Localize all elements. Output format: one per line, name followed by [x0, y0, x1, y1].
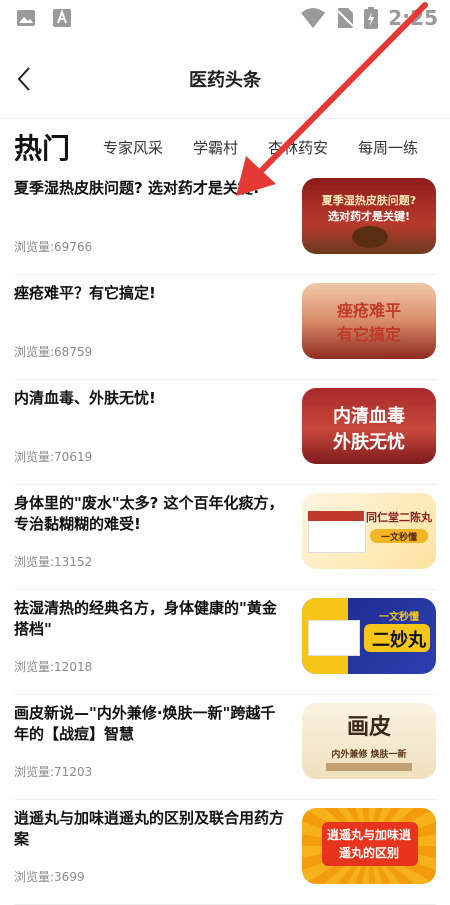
- list-item[interactable]: 祛湿清热的经典名方，身体健康的"黄金搭档" 浏览量:12018 一文秒懂 二妙丸: [14, 590, 436, 695]
- no-sim-icon: [335, 7, 355, 29]
- article-thumbnail: 内清血毒 外肤无忧: [302, 388, 436, 464]
- wifi-icon: [300, 7, 326, 29]
- app-header: 医药头条: [0, 44, 450, 114]
- article-thumbnail: 痤疮难平 有它搞定: [302, 283, 436, 359]
- list-item[interactable]: 痤疮难平？有它搞定! 浏览量:68759 痤疮难平 有它搞定: [14, 275, 436, 380]
- battery-icon: [364, 7, 379, 29]
- tab-expert[interactable]: 专家风采: [103, 124, 163, 170]
- list-item[interactable]: 夏季湿热皮肤问题? 选对药才是关键! 浏览量:69766 夏季湿热皮肤问题? 选…: [14, 170, 436, 275]
- clock-time: 2:25: [388, 6, 438, 30]
- tab-hot[interactable]: 热门: [14, 124, 70, 170]
- article-title: 画皮新说—"内外兼修·焕肤一新"跨越千年的【战痘】智慧: [14, 704, 276, 743]
- article-title: 祛湿清热的经典名方，身体健康的"黄金搭档": [14, 599, 277, 638]
- article-title: 痤疮难平？有它搞定!: [14, 284, 156, 302]
- view-count: 浏览量:69766: [14, 240, 93, 254]
- font-icon: [52, 8, 72, 28]
- article-thumbnail: 夏季湿热皮肤问题? 选对药才是关键!: [302, 178, 436, 254]
- article-thumbnail: 画皮 内外兼修 焕肤一新: [302, 703, 436, 779]
- view-count: 浏览量:68759: [14, 345, 93, 359]
- list-item[interactable]: 画皮新说—"内外兼修·焕肤一新"跨越千年的【战痘】智慧 浏览量:71203 画皮…: [14, 695, 436, 800]
- article-title: 身体里的"废水"太多? 这个百年化痰方，专治黏糊糊的难受!: [14, 494, 284, 533]
- tab-study-village[interactable]: 学霸村: [193, 124, 238, 170]
- category-tabs: 热门 专家风采 学霸村 杏林药安 每周一练: [0, 124, 450, 170]
- image-icon: [16, 8, 36, 28]
- article-title: 逍遥丸与加味逍遥丸的区别及联合用药方案: [14, 809, 285, 848]
- list-item[interactable]: 身体里的"废水"太多? 这个百年化痰方，专治黏糊糊的难受! 浏览量:13152 …: [14, 485, 436, 590]
- view-count: 浏览量:13152: [14, 555, 93, 569]
- page-title: 医药头条: [189, 70, 261, 91]
- tab-pharmacy-safety[interactable]: 杏林药安: [268, 124, 328, 170]
- tab-weekly-practice[interactable]: 每周一练: [358, 124, 418, 170]
- view-count: 浏览量:3699: [14, 870, 85, 884]
- list-item[interactable]: 逍遥丸与加味逍遥丸的区别及联合用药方案 浏览量:3699 逍遥丸与加味逍 遥丸的…: [14, 800, 436, 905]
- article-title: 夏季湿热皮肤问题? 选对药才是关键!: [14, 179, 260, 197]
- article-thumbnail: 逍遥丸与加味逍 遥丸的区别: [302, 808, 436, 884]
- header-divider: [0, 118, 450, 119]
- article-thumbnail: 一文秒懂 二妙丸: [302, 598, 436, 674]
- list-item[interactable]: 内清血毒、外肤无忧! 浏览量:70619 内清血毒 外肤无忧: [14, 380, 436, 485]
- status-bar: 2:25: [0, 0, 450, 36]
- article-title: 内清血毒、外肤无忧!: [14, 389, 156, 407]
- view-count: 浏览量:71203: [14, 765, 93, 779]
- view-count: 浏览量:12018: [14, 660, 93, 674]
- view-count: 浏览量:70619: [14, 450, 93, 464]
- article-thumbnail: 同仁堂二陈丸 一文秒懂: [302, 493, 436, 569]
